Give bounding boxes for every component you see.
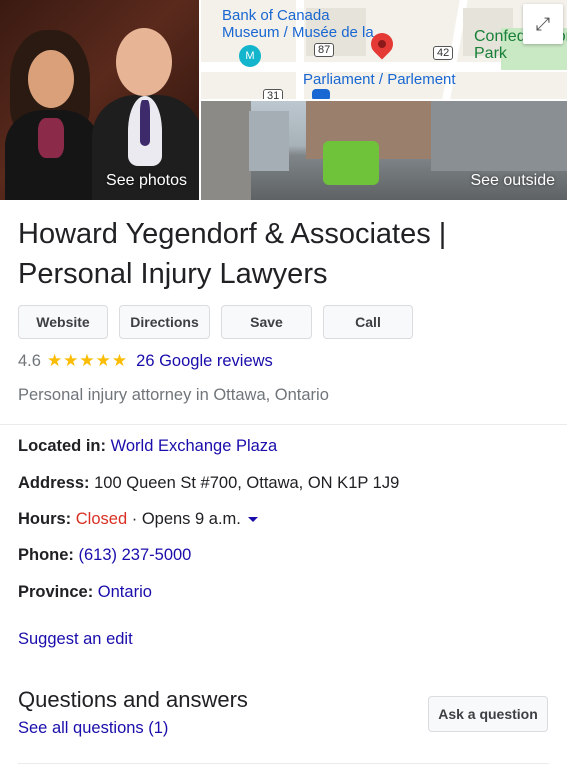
hours-open-time[interactable]: · Opens 9 a.m. [132,510,241,528]
call-button[interactable]: Call [323,305,413,339]
province-row: Province: Ontario [18,583,152,602]
see-outside-label[interactable]: See outside [470,172,555,190]
photo-strip: See photos Bank of Canada Museum / Musée… [0,0,567,200]
star-rating-icon: ★★★★★ [46,351,129,370]
delivery-van [323,141,379,185]
business-category: Personal injury attorney in Ottawa, Onta… [18,386,329,404]
museum-icon: M [239,45,261,67]
metro-icon [312,89,330,99]
suggest-edit-row: Suggest an edit [18,630,133,649]
person-figure [38,118,64,158]
action-buttons: Website Directions Save Call [18,305,413,339]
phone-label: Phone: [18,546,74,564]
building [431,101,567,171]
suggest-edit-link[interactable]: Suggest an edit [18,630,133,648]
divider [0,424,567,425]
person-figure [116,28,172,96]
chevron-down-icon[interactable] [248,517,259,523]
business-name: Howard Yegendorf & Associates | Personal… [18,218,447,290]
province-label: Province: [18,583,94,601]
expand-map-button[interactable]: ⤢ [523,4,563,44]
address-row: Address: 100 Queen St #700, Ottawa, ON K… [18,474,399,493]
phone-row: Phone: (613) 237-5000 [18,546,191,565]
address-value: 100 Queen St #700, Ottawa, ON K1P 1J9 [94,474,400,492]
map-label-museum: Bank of Canada Museum / Musée de la... [222,7,387,41]
hours-row: Hours: Closed · Opens 9 a.m. [18,510,259,529]
divider [18,763,549,764]
located-in-label: Located in: [18,437,107,455]
street-view-photo[interactable]: See outside [201,101,567,200]
building [201,101,251,200]
person-figure [28,50,74,108]
route-shield: 87 [314,43,335,57]
website-button[interactable]: Website [18,305,108,339]
person-figure [140,100,150,146]
map-label-parliament: Parliament / Parlement [303,71,456,88]
rating-value: 4.6 [18,351,41,370]
route-shield: 42 [433,46,454,60]
address-label: Address: [18,474,90,492]
hours-status: Closed [75,510,128,528]
province-link[interactable]: Ontario [98,583,152,601]
save-button[interactable]: Save [221,305,312,339]
phone-link[interactable]: (613) 237-5000 [79,546,192,564]
see-all-questions-link[interactable]: See all questions (1) [18,719,168,738]
reviews-link[interactable]: 26 Google reviews [136,352,273,371]
see-photos-label[interactable]: See photos [106,172,187,190]
map-thumbnail[interactable]: Bank of Canada Museum / Musée de la... M… [201,0,567,99]
route-shield: 31 [263,89,284,99]
expand-icon: ⤢ [535,13,551,34]
directions-button[interactable]: Directions [119,305,210,339]
building [249,111,289,171]
hours-label: Hours: [18,510,72,528]
located-in-row: Located in: World Exchange Plaza [18,437,277,456]
rating-row: 4.6 ★★★★★ 26 Google reviews [18,351,273,371]
business-photo[interactable]: See photos [0,0,199,200]
qa-title: Questions and answers [18,687,248,712]
ask-question-button[interactable]: Ask a question [428,696,548,732]
located-in-link[interactable]: World Exchange Plaza [111,437,278,455]
